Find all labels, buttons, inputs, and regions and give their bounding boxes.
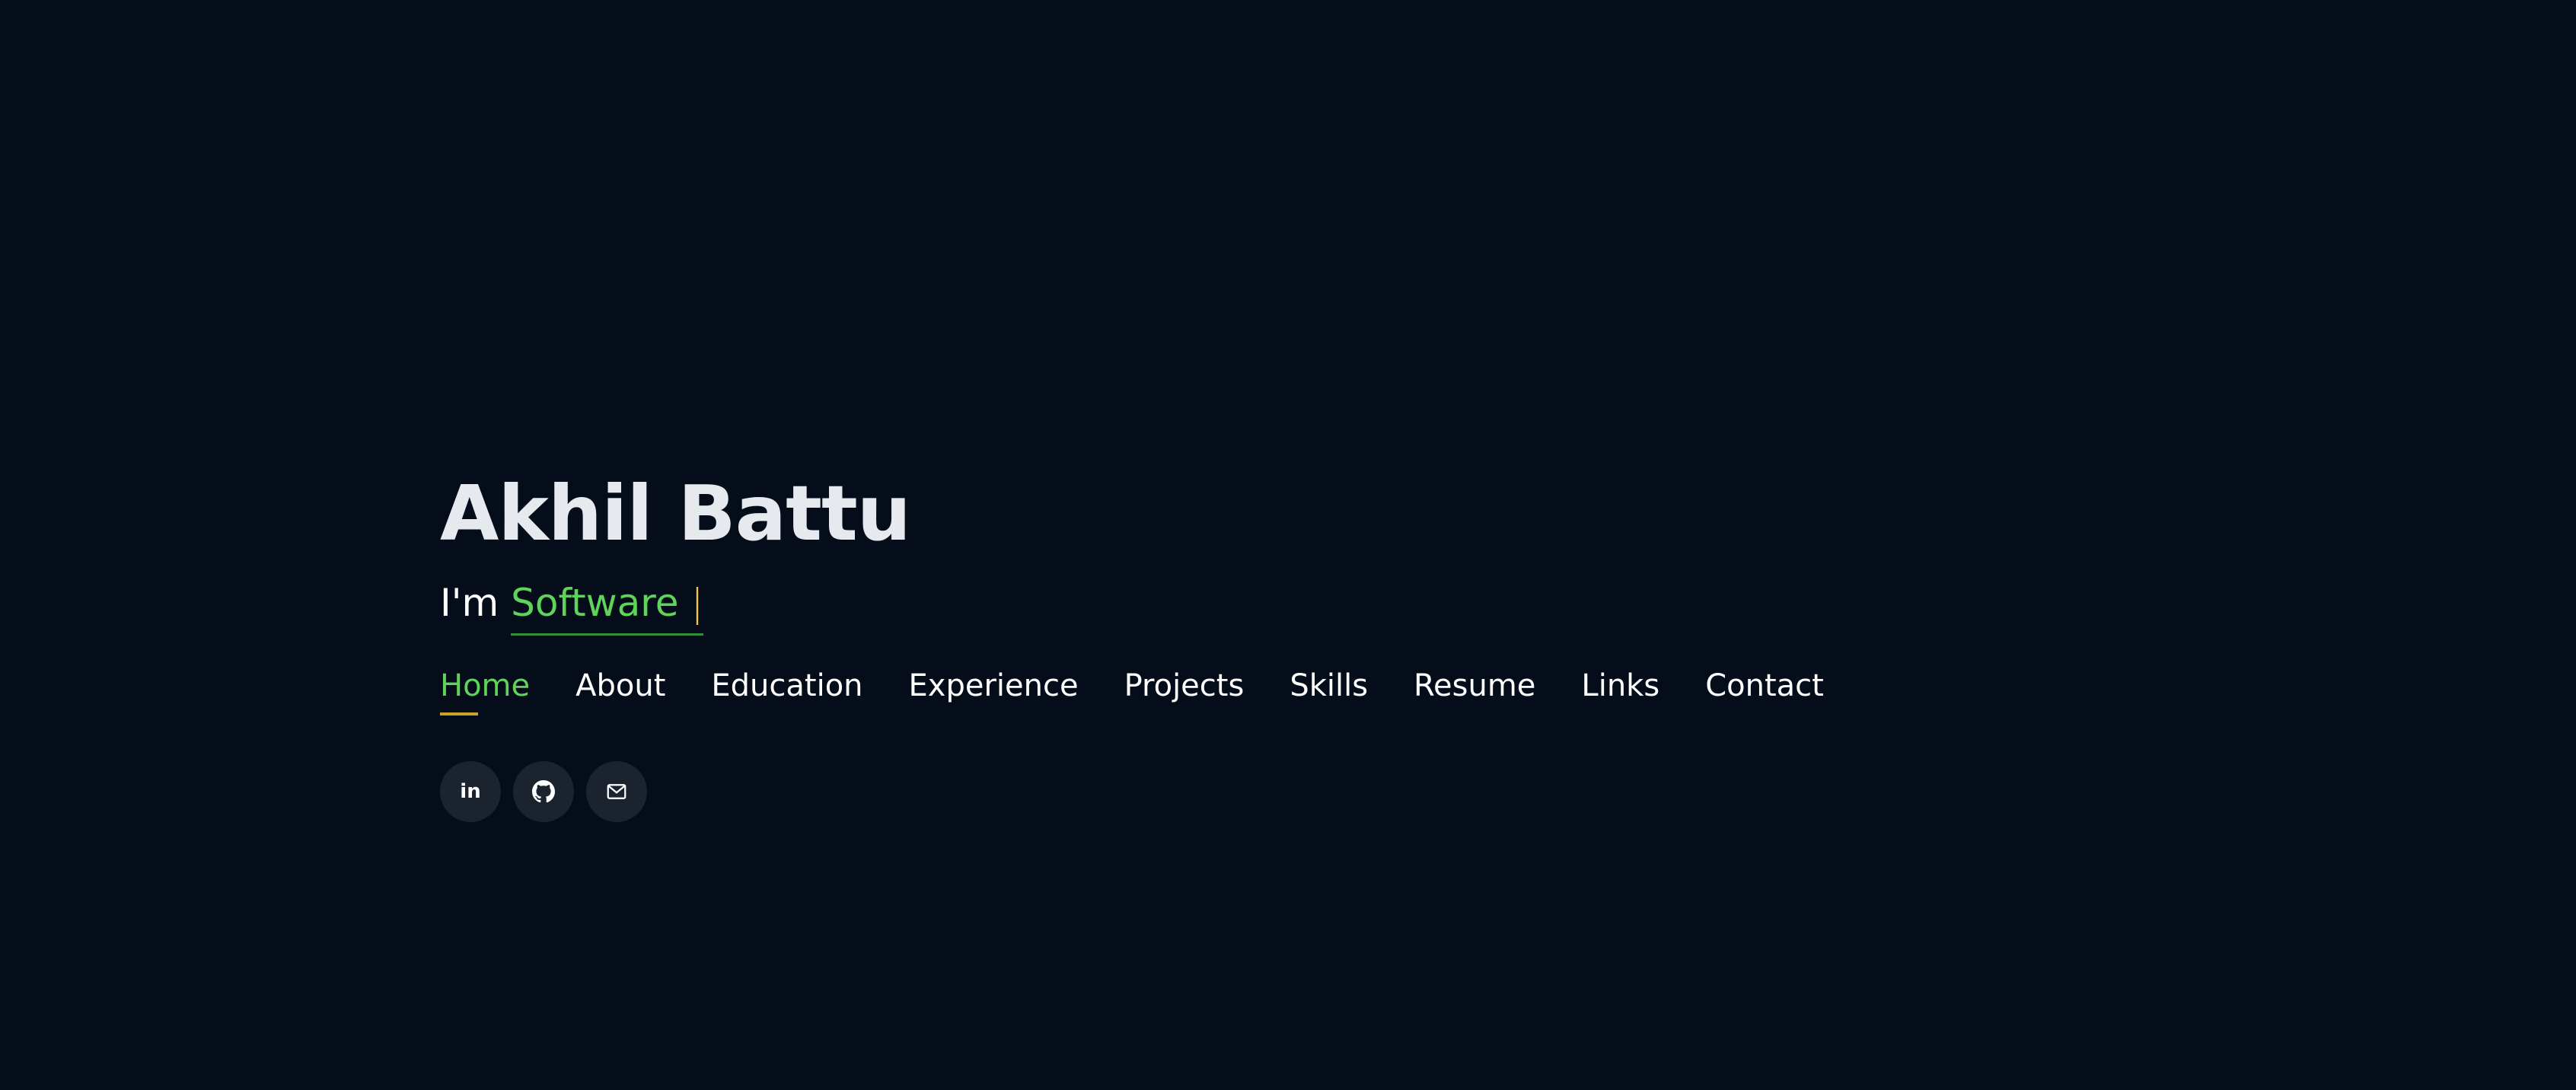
typed-word: Software |: [511, 575, 704, 636]
hero-name: Akhil Battu: [440, 469, 911, 558]
nav-item-projects[interactable]: Projects: [1124, 664, 1245, 716]
nav-item-resume[interactable]: Resume: [1414, 664, 1535, 716]
typed-tagline: I'm Software |: [440, 572, 1962, 638]
social-links: in: [440, 761, 1962, 822]
linkedin-button[interactable]: in: [440, 761, 501, 822]
main-nav: Home About Education Experience Projects…: [440, 664, 1962, 716]
nav-item-skills[interactable]: Skills: [1290, 664, 1368, 716]
linkedin-icon: in: [460, 780, 481, 803]
nav-item-contact[interactable]: Contact: [1705, 664, 1824, 716]
mail-icon: [607, 784, 626, 799]
nav-item-links[interactable]: Links: [1581, 664, 1659, 716]
nav-item-about[interactable]: About: [575, 664, 665, 716]
nav-item-home[interactable]: Home: [440, 664, 530, 716]
github-button[interactable]: [513, 761, 574, 822]
nav-item-experience[interactable]: Experience: [909, 664, 1079, 716]
typing-cursor: |: [690, 581, 704, 625]
nav-item-education[interactable]: Education: [711, 664, 862, 716]
email-button[interactable]: [586, 761, 647, 822]
typed-prefix: I'm: [440, 581, 499, 625]
typed-word-text: Software: [511, 581, 679, 625]
hero-section: Akhil Battu I'm Software | Home About Ed…: [440, 457, 1962, 822]
github-icon: [532, 780, 555, 803]
